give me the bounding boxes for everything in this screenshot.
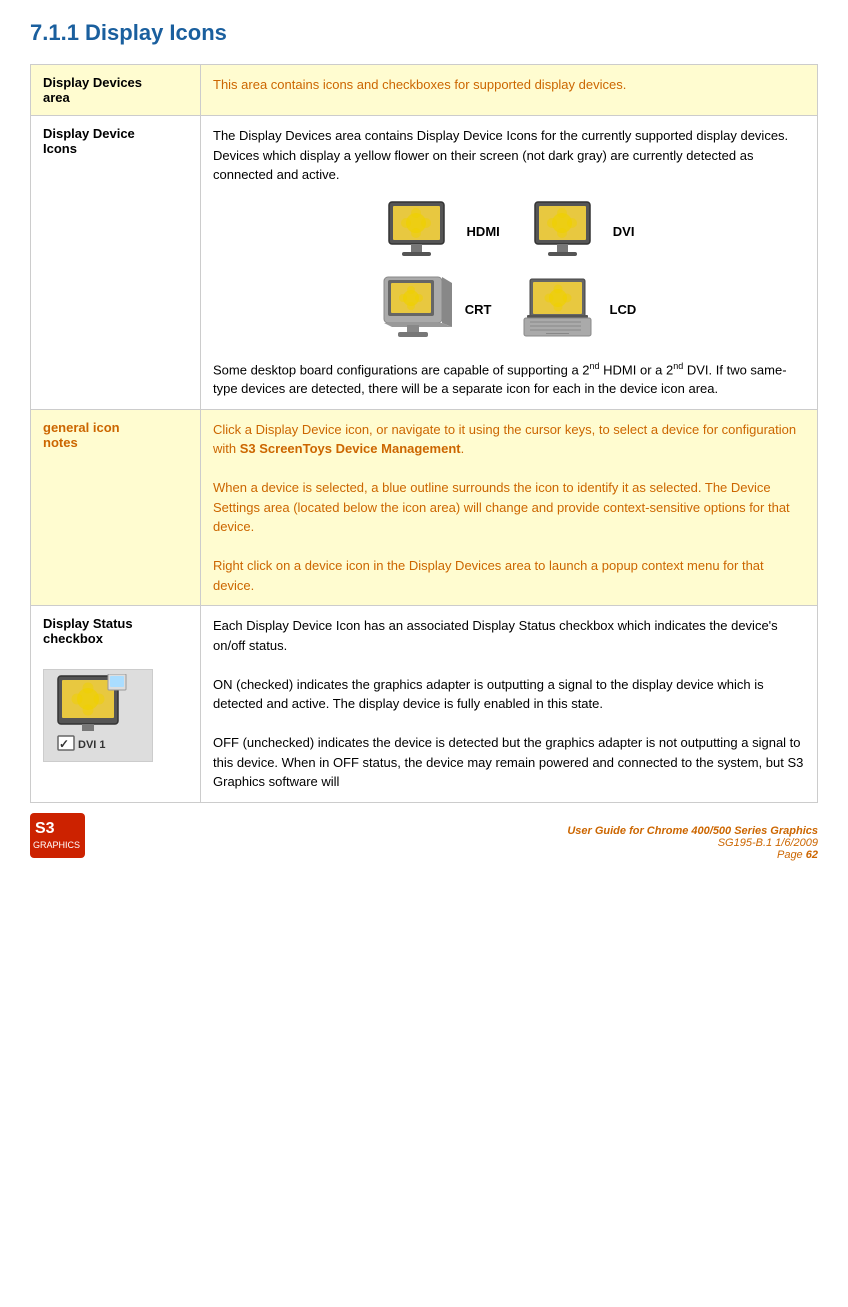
row-label-general-icon-notes: general iconnotes [31,409,201,606]
icon-row-top: HDMI [384,200,635,265]
svg-text:S3: S3 [35,820,55,837]
footer-page-number: Page 62 [567,849,818,861]
footer-doc-id: SG195-B.1 1/6/2009 [567,837,818,849]
row-content-display-device-icons: The Display Devices area contains Displa… [201,116,818,410]
svg-text:GRAPHICS: GRAPHICS [33,840,80,850]
row-content-general-icon-notes: Click a Display Device icon, or navigate… [201,409,818,606]
row-label-display-device-icons: Display DeviceIcons [31,116,201,410]
dvi-icon-item: DVI [530,200,635,265]
row-content-display-devices-area: This area contains icons and checkboxes … [201,65,818,116]
footer-text: User Guide for Chrome 400/500 Series Gra… [567,825,818,861]
crt-label: CRT [465,300,492,320]
table-row: general iconnotes Click a Display Device… [31,409,818,606]
s3-logo: S3 GRAPHICS [30,813,85,861]
table-row: Display Devicesarea This area contains i… [31,65,818,116]
hdmi-monitor-icon [384,200,459,265]
dvi1-checkbox-icon: ✓ DVI 1 [48,674,148,754]
footer-guide-title: User Guide for Chrome 400/500 Series Gra… [567,825,818,837]
row-label-display-devices-area: Display Devicesarea [31,65,201,116]
page-title: 7.1.1 Display Icons [30,20,818,46]
hdmi-icon-item: HDMI [384,200,500,265]
s3-graphics-logo: S3 GRAPHICS [30,813,85,858]
crt-monitor-icon [382,275,457,345]
device-icons-grid: HDMI [213,200,805,345]
icon-row-bottom: CRT [382,275,636,345]
page-footer: S3 GRAPHICS User Guide for Chrome 400/50… [30,813,818,861]
crt-icon-item: CRT [382,275,492,345]
dvi-label: DVI [613,222,635,242]
content-table: Display Devicesarea This area contains i… [30,64,818,803]
table-row: Display Statuscheckbox [31,606,818,803]
svg-text:DVI 1: DVI 1 [78,739,106,751]
table-row: Display DeviceIcons The Display Devices … [31,116,818,410]
dvi-monitor-icon [530,200,605,265]
lcd-icon-item: LCD [522,277,637,342]
lcd-laptop-icon [522,277,602,342]
lcd-label: LCD [610,300,637,320]
hdmi-label: HDMI [467,222,500,242]
row-content-display-status-checkbox: Each Display Device Icon has an associat… [201,606,818,803]
svg-text:✓: ✓ [59,737,69,751]
row-label-display-status-checkbox: Display Statuscheckbox [31,606,201,803]
